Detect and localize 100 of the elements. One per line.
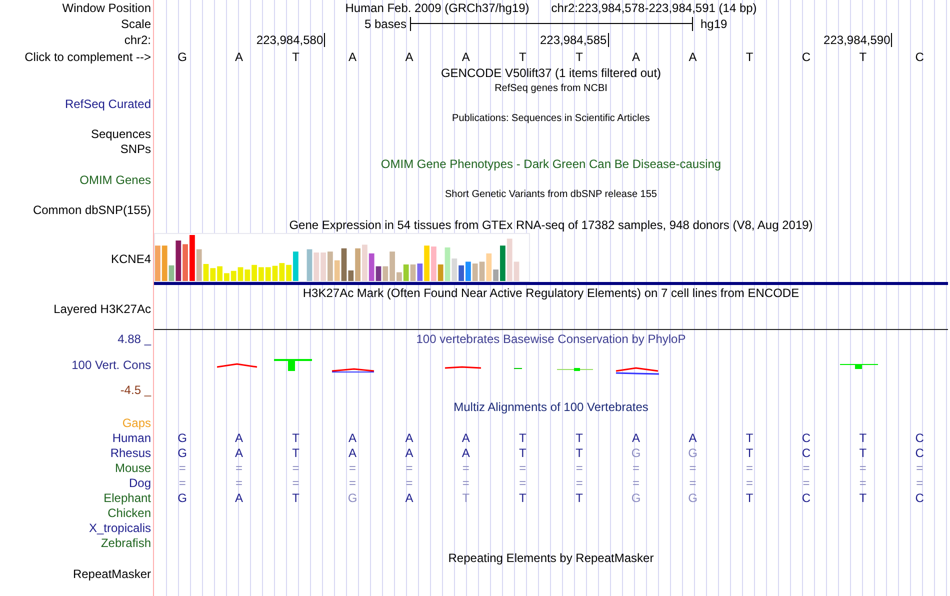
base-letter[interactable]: A (438, 50, 494, 64)
row-label: chr2: (124, 33, 151, 47)
alignment-base: = (291, 476, 300, 490)
alignment-base: = (404, 460, 414, 474)
alignment-base: T (291, 446, 300, 460)
track-label[interactable]: SNPs (120, 142, 151, 156)
base-letter[interactable]: A (664, 50, 722, 64)
alignment-base: = (178, 476, 187, 490)
alignment-base: T (574, 430, 584, 444)
alignment-base: T (518, 430, 528, 444)
species-label: Human (112, 430, 151, 444)
alignment-base: G (176, 430, 188, 444)
coordinate-tick: 223,984,580 (256, 33, 326, 47)
coordinate-tick: 223,984,585 (540, 33, 609, 47)
alignment-base: A (460, 446, 471, 460)
alignment-base: C (800, 490, 812, 504)
alignment-base: = (802, 460, 811, 474)
alignment-base: = (802, 476, 811, 490)
alignment-base: A (234, 430, 244, 444)
alignment-base: = (234, 460, 244, 474)
alignment-base: = (632, 460, 641, 474)
base-letter[interactable]: T (494, 50, 551, 64)
alignment-base: T (574, 490, 584, 504)
alignment-base: = (688, 476, 698, 490)
alignment-base: = (574, 476, 584, 490)
track-title: H3K27Ac Mark (Often Found Near Active Regulatory Elements) on 7 cell lines from ENCODE (302, 286, 800, 300)
alignment-base: = (178, 460, 187, 474)
base-letter[interactable]: T (721, 50, 778, 64)
base-letter[interactable]: A (608, 50, 664, 64)
axis-max-label: 4.88 _ (118, 332, 151, 346)
position-text: chr2:223,984,578-223,984,591 (14 bp) (551, 0, 757, 14)
alignment-base: = (744, 460, 754, 474)
base-letter[interactable]: A (324, 50, 381, 64)
alignment-base: = (574, 460, 584, 474)
track-title: Publications: Sequences in Scientific Articles (452, 113, 650, 124)
alignment-base: G (630, 446, 642, 460)
track-label[interactable]: OMIM Genes (80, 172, 151, 186)
alignment-base: G (176, 446, 188, 460)
alignment-base: C (914, 490, 925, 504)
track-label[interactable]: RefSeq Curated (64, 96, 151, 110)
track-label[interactable]: Sequences (90, 126, 151, 140)
alignment-base: C (800, 446, 812, 460)
track-label[interactable]: 100 Vert. Cons (72, 358, 151, 372)
alignment-base: T (744, 446, 754, 460)
species-label: Dog (128, 476, 151, 490)
assembly-text: Human Feb. 2009 (GRCh37/hg19) (345, 0, 530, 14)
alignment-base: A (404, 446, 414, 460)
alignment-base: T (291, 430, 300, 444)
alignment-base: G (346, 490, 358, 504)
track-title: Short Genetic Variants from dbSNP release 155 (445, 189, 657, 200)
alignment-base: = (632, 476, 641, 490)
alignment-base: = (234, 476, 244, 490)
base-letter[interactable]: T (834, 50, 892, 64)
alignment-base: T (574, 446, 584, 460)
row-label: Scale (120, 16, 151, 30)
alignment-base: A (234, 490, 244, 504)
alignment-base: = (858, 460, 868, 474)
complement-link[interactable]: Click to complement --> (24, 50, 151, 64)
alignment-base: G (630, 490, 642, 504)
gene-label[interactable]: KCNE4 (110, 252, 151, 266)
base-letter[interactable]: C (778, 50, 835, 64)
track-title: Gene Expression in 54 tissues from GTEx RNA-seq of 17382 samples, 948 donors (V8, Aug 2019) (289, 218, 813, 232)
base-letter[interactable]: A (210, 50, 268, 64)
base-letter[interactable]: C (891, 50, 948, 64)
species-label: Zebrafish (100, 536, 151, 550)
species-label: X_tropicalis (88, 520, 151, 534)
alignment-base: T (858, 446, 868, 460)
alignment-base: A (688, 430, 698, 444)
alignment-base: = (915, 460, 924, 474)
base-letter[interactable]: T (267, 50, 324, 64)
alignment-base: A (234, 446, 244, 460)
alignment-base: = (291, 460, 300, 474)
alignment-base: = (348, 476, 357, 490)
base-letter[interactable]: G (154, 50, 211, 64)
alignment-base: G (687, 490, 698, 504)
track-title: GENCODE V50lift37 (1 items filtered out) (440, 66, 662, 80)
alignment-base: T (858, 490, 868, 504)
track-label[interactable]: RepeatMasker (72, 566, 151, 580)
alignment-base: = (348, 460, 357, 474)
species-label: Chicken (108, 506, 151, 520)
alignment-base: T (518, 446, 528, 460)
alignment-base: = (461, 460, 470, 474)
track-label[interactable]: Common dbSNP(155) (32, 202, 151, 216)
alignment-base: C (914, 430, 925, 444)
alignment-base: C (914, 446, 925, 460)
alignment-base: A (347, 446, 358, 460)
base-letter[interactable]: A (380, 50, 438, 64)
alignment-base: C (800, 430, 812, 444)
species-label: Rhesus (110, 446, 151, 460)
alignment-base: = (915, 476, 924, 490)
track-label[interactable]: Layered H3K27Ac (54, 302, 151, 316)
track-title: RefSeq genes from NCBI (494, 83, 608, 94)
base-letter[interactable]: T (551, 50, 608, 64)
alignment-base: T (744, 430, 754, 444)
track-title: OMIM Gene Phenotypes - Dark Green Can Be Disease-causing (380, 157, 722, 171)
alignment-base: A (347, 430, 358, 444)
row-label: Window Position (62, 0, 151, 14)
alignment-base: A (404, 490, 414, 504)
alignment-base: T (518, 490, 528, 504)
alignment-base: = (518, 460, 528, 474)
